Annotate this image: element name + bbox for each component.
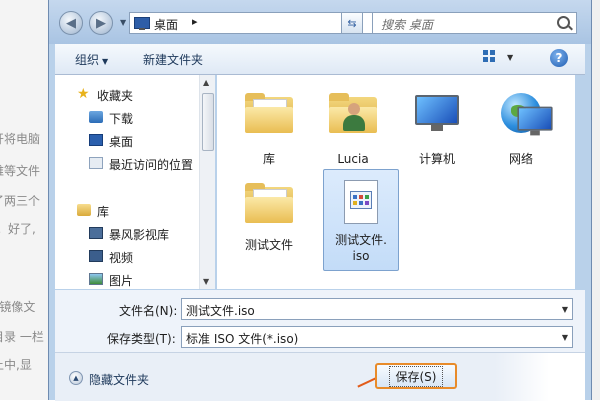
library-icon: [77, 204, 91, 216]
sidebar-item-label: 图片: [109, 274, 134, 288]
view-options-icon[interactable]: [483, 50, 497, 64]
back-button[interactable]: ◀: [59, 11, 83, 35]
chevron-down-icon[interactable]: ▼: [562, 305, 568, 314]
network-monitor-icon: [517, 106, 553, 136]
file-item-label: 库: [262, 152, 275, 166]
dialog-header: ◀ ▶ ▼ 桌面 ▸ ▼ ⇆ 搜索 桌面: [49, 0, 591, 44]
search-placeholder: 搜索 桌面: [381, 18, 433, 32]
sidebar-item-pictures[interactable]: 图片: [55, 270, 200, 289]
sidebar-item-videos[interactable]: 视频: [55, 247, 200, 267]
history-dropdown-icon[interactable]: ▼: [120, 18, 126, 27]
sidebar-item-label: 下载: [109, 112, 134, 126]
back-arrow-icon: ◀: [66, 15, 76, 31]
sidebar-item-label: 库: [97, 205, 110, 219]
file-item-test-folder[interactable]: 测试文件: [233, 171, 305, 269]
file-item-label: 计算机: [418, 152, 455, 166]
sidebar-item-label: 视频: [109, 251, 134, 265]
chevron-down-icon: ▼: [102, 57, 109, 66]
star-icon: ★: [77, 86, 90, 102]
save-button-label: 保存(S): [388, 365, 444, 387]
desktop-icon: [89, 134, 103, 146]
dialog-footer: ▲ 隐藏文件夹 保存(S): [55, 352, 585, 401]
collapse-icon[interactable]: ▲: [69, 371, 83, 385]
bg-text: 。好了,: [0, 222, 36, 236]
file-item-computer[interactable]: 计算机: [401, 81, 473, 179]
address-segment-desktop[interactable]: 桌面: [154, 16, 178, 33]
recent-places-icon: [89, 157, 103, 169]
video-library-icon: [89, 227, 103, 239]
person-icon: [341, 103, 367, 133]
refresh-button[interactable]: ⇆: [341, 12, 363, 34]
file-item-label-line1: 测试文件.: [335, 233, 387, 247]
refresh-icon: ⇆: [347, 16, 357, 30]
bg-text: o镜像文: [0, 300, 36, 314]
bg-text: 开将电脑: [0, 132, 41, 146]
desktop-icon: [134, 17, 150, 30]
address-chevron-icon[interactable]: ▸: [192, 15, 198, 28]
library-folder-icon: [245, 93, 293, 133]
search-icon[interactable]: [557, 16, 570, 29]
sidebar-item-libraries[interactable]: 库: [55, 201, 200, 221]
scrollbar-thumb[interactable]: [202, 93, 214, 151]
file-item-iso[interactable]: 测试文件. iso: [323, 169, 399, 271]
sidebar-item-download[interactable]: 下载: [55, 108, 200, 128]
save-type-label: 保存类型(T):: [107, 332, 176, 346]
save-as-dialog: ◀ ▶ ▼ 桌面 ▸ ▼ ⇆ 搜索 桌面 组织▼ 新建文件夹 ▼ ? ★: [48, 0, 592, 401]
help-icon[interactable]: ?: [550, 49, 568, 67]
toolbar: 组织 ▼ 新建文件夹 ▼ ?: [55, 44, 585, 75]
sidebar-item-label: 暴风影视库: [109, 228, 170, 242]
scroll-up-icon[interactable]: ▲: [203, 78, 209, 87]
sidebar-item-desktop[interactable]: 桌面: [55, 131, 200, 151]
filename-value: 测试文件.iso: [186, 304, 255, 318]
file-item-label-line2: iso: [352, 249, 370, 263]
sidebar-item-video-library[interactable]: 暴风影视库: [55, 224, 200, 244]
iso-file-icon: [344, 180, 378, 224]
watermark-fade: [495, 353, 585, 401]
download-folder-icon: [89, 111, 103, 123]
sidebar-item-label: 最近访问的位置: [109, 158, 194, 172]
save-type-select[interactable]: 标准 ISO 文件(*.iso) ▼: [181, 326, 573, 348]
save-type-value: 标准 ISO 文件(*.iso): [186, 332, 299, 346]
sidebar-item-label: 桌面: [109, 135, 134, 149]
organize-button[interactable]: 组织 ▼: [75, 51, 108, 68]
forward-arrow-icon: ▶: [96, 15, 106, 31]
video-icon: [89, 250, 103, 262]
scroll-down-icon[interactable]: ▼: [203, 277, 209, 286]
file-item-label: Lucia: [337, 152, 369, 166]
file-item-libraries[interactable]: 库: [233, 81, 305, 179]
filename-input[interactable]: 测试文件.iso ▼: [181, 298, 573, 320]
sidebar-item-favorites[interactable]: ★ 收藏夹: [55, 85, 200, 105]
address-bar[interactable]: 桌面 ▸ ▼: [129, 12, 411, 34]
file-item-user[interactable]: Lucia: [317, 81, 389, 179]
pictures-icon: [89, 273, 103, 285]
save-form: 文件名(N): 测试文件.iso ▼ 保存类型(T): 标准 ISO 文件(*.…: [55, 290, 585, 352]
sidebar-item-label: 收藏夹: [97, 89, 134, 103]
bg-text: 上中,显: [0, 358, 32, 372]
chevron-down-icon[interactable]: ▼: [562, 333, 568, 342]
bg-text: 维等文件: [0, 164, 41, 178]
navigation-scrollbar[interactable]: ▲ ▼: [199, 75, 215, 289]
sidebar-item-recent[interactable]: 最近访问的位置: [55, 154, 200, 174]
save-button[interactable]: 保存(S): [375, 363, 457, 389]
file-item-label: 网络: [508, 152, 533, 166]
organize-label: 组织: [75, 53, 100, 67]
computer-icon: [415, 95, 459, 131]
file-item-label: 测试文件: [244, 238, 293, 252]
new-folder-button[interactable]: 新建文件夹: [143, 51, 203, 68]
search-input[interactable]: 搜索 桌面: [372, 12, 577, 34]
folder-icon: [245, 183, 293, 223]
view-dropdown-icon[interactable]: ▼: [507, 53, 513, 62]
forward-button[interactable]: ▶: [89, 11, 113, 35]
file-item-network[interactable]: 网络: [485, 81, 557, 179]
bg-text: 了两三个: [0, 194, 41, 208]
navigation-pane: ★ 收藏夹 下载 桌面 最近访问的位置 库 暴风影视库 视频 图片: [55, 75, 214, 289]
bg-text: 目录 一栏: [0, 330, 44, 344]
filename-label: 文件名(N):: [119, 304, 178, 318]
hide-folders-button[interactable]: 隐藏文件夹: [89, 371, 149, 388]
file-list: 库 Lucia 计算机 网络 测试文件 测试文件. iso: [217, 75, 575, 289]
